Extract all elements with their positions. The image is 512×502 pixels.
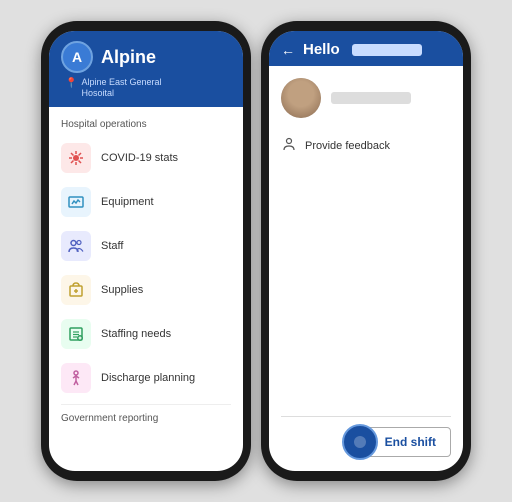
discharge-icon [61,363,91,393]
staffing-icon [61,319,91,349]
menu-item-equipment[interactable]: Equipment [49,180,243,224]
user-name-blur [331,92,411,104]
left-phone: A Alpine 📍 Alpine East GeneralHosoital H… [41,21,251,481]
menu-item-staff[interactable]: Staff [49,224,243,268]
staffing-label: Staffing needs [101,328,171,340]
equipment-icon [61,187,91,217]
hospital-location: 📍 Alpine East GeneralHosoital [61,77,231,99]
menu-item-covid[interactable]: COVID-19 stats [49,136,243,180]
right-body: Provide feedback End shift [269,66,463,471]
menu-item-discharge[interactable]: Discharge planning [49,356,243,400]
hello-title: Hello [303,41,340,58]
app-logo: A [61,41,93,73]
back-button[interactable]: ← [281,42,295,58]
app-title: Alpine [101,47,156,68]
left-header: A Alpine 📍 Alpine East GeneralHosoital [49,31,243,107]
location-icon: 📍 [65,78,77,89]
right-phone: ← Hello Provide feedback [261,21,471,481]
header-top: A Alpine [61,41,231,73]
feedback-item[interactable]: Provide feedback [281,130,451,161]
avatar-image [281,78,321,118]
menu-item-supplies[interactable]: Supplies [49,268,243,312]
profile-section [281,78,451,118]
left-screen: A Alpine 📍 Alpine East GeneralHosoital H… [49,31,243,471]
right-screen: ← Hello Provide feedback [269,31,463,471]
left-body: Hospital operations COVID-19 stats Equip… [49,107,243,471]
covid-icon [61,143,91,173]
covid-label: COVID-19 stats [101,152,178,164]
section-gov-reporting: Government reporting [49,409,243,430]
circle-inner [354,436,366,448]
staff-icon [61,231,91,261]
end-shift-wrapper: End shift [360,427,451,457]
discharge-label: Discharge planning [101,372,195,384]
supplies-icon [61,275,91,305]
right-header: ← Hello [269,31,463,66]
feedback-label: Provide feedback [305,140,390,152]
feedback-icon [281,136,297,155]
menu-item-staffing[interactable]: Staffing needs [49,312,243,356]
staff-label: Staff [101,240,123,252]
section-divider [61,404,231,405]
equipment-label: Equipment [101,196,154,208]
hospital-name: Alpine East GeneralHosoital [81,77,161,99]
end-shift-circle [342,424,378,460]
supplies-label: Supplies [101,284,143,296]
user-name-redacted [352,44,422,56]
avatar [281,78,321,118]
section-hospital-ops: Hospital operations [49,115,243,136]
footer-area: End shift [281,416,451,457]
